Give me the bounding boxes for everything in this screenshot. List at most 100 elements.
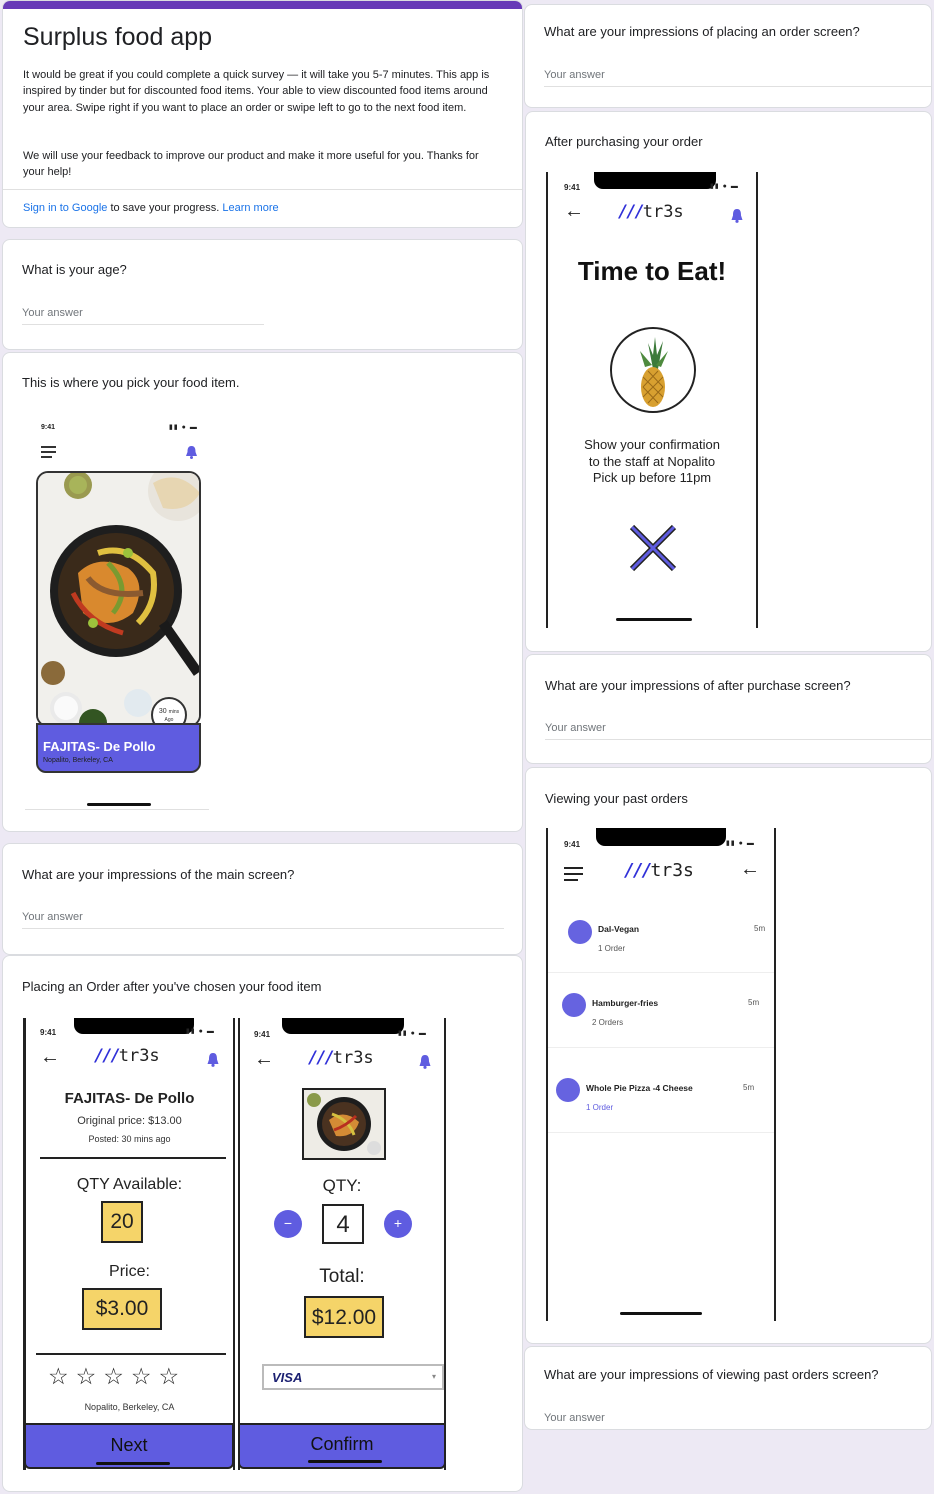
instruction-line: to the staff at Nopalito bbox=[588, 453, 716, 469]
rating-stars[interactable]: ☆☆☆☆☆ bbox=[48, 1363, 186, 1390]
status-time: 9:41 bbox=[40, 1028, 57, 1037]
food-item-banner[interactable]: FAJITAS- De Pollo Nopalito, Berkeley, CA bbox=[36, 723, 201, 773]
original-price: Original price: $13.00 bbox=[77, 1115, 182, 1127]
question-after-purchase-screen: What are your impressions of after purch… bbox=[525, 654, 932, 764]
time-badge-unit: mins bbox=[168, 709, 180, 715]
back-arrow-icon[interactable]: ← bbox=[564, 200, 584, 223]
logo-slashes: /// bbox=[624, 860, 652, 881]
save-progress-text: to save your progress. bbox=[107, 202, 223, 214]
total-label: Total: bbox=[319, 1266, 365, 1287]
star-icon[interactable]: ☆ bbox=[103, 1363, 131, 1389]
order-count: 1 Order bbox=[586, 1103, 614, 1112]
notification-bell-icon[interactable] bbox=[418, 1054, 432, 1069]
food-photo-card[interactable] bbox=[36, 471, 201, 727]
fajitas-thumbnail-image bbox=[304, 1090, 384, 1158]
order-time: 5m bbox=[743, 1083, 755, 1092]
notification-bell-icon[interactable] bbox=[206, 1052, 220, 1067]
pineapple-icon bbox=[640, 337, 668, 407]
question-title: What are your impressions of placing an … bbox=[544, 24, 860, 39]
star-icon[interactable]: ☆ bbox=[159, 1363, 187, 1389]
home-indicator bbox=[620, 1312, 702, 1315]
logo-text: tr3s bbox=[118, 1046, 160, 1066]
app-logo: ///tr3s bbox=[624, 860, 694, 881]
star-icon[interactable]: ☆ bbox=[48, 1363, 76, 1389]
order-count: 1 Order bbox=[598, 944, 626, 953]
section-title: Viewing your past orders bbox=[545, 791, 688, 806]
close-icon[interactable] bbox=[628, 523, 678, 573]
back-arrow-icon[interactable]: ← bbox=[740, 858, 760, 881]
form-header-card: Surplus food app It would be great if yo… bbox=[2, 0, 523, 228]
mockup-underline bbox=[25, 809, 209, 810]
logo-slashes: /// bbox=[618, 202, 645, 222]
divider bbox=[36, 1353, 226, 1355]
answer-input[interactable]: Your answer bbox=[545, 722, 606, 734]
divider bbox=[3, 189, 522, 190]
hamburger-menu-icon[interactable] bbox=[41, 445, 57, 459]
phone-notch bbox=[74, 1018, 194, 1034]
accent-bar bbox=[3, 1, 522, 9]
answer-input[interactable]: Your answer bbox=[544, 1412, 605, 1424]
section-title: After purchasing your order bbox=[545, 134, 703, 149]
instruction-line: Pick up before 11pm bbox=[592, 470, 712, 485]
chevron-down-icon: ▾ bbox=[431, 1372, 436, 1381]
phone-notch bbox=[594, 172, 716, 189]
total-value: $12.00 bbox=[304, 1296, 384, 1338]
order-row[interactable]: Dal-Vegan 1 Order 5m bbox=[548, 898, 774, 973]
form-page: Surplus food app It would be great if yo… bbox=[0, 0, 934, 1494]
status-time: 9:41 bbox=[564, 183, 581, 192]
status-icons: ▮▮ ● ▬ bbox=[169, 424, 198, 431]
qty-value[interactable]: 4 bbox=[322, 1204, 364, 1244]
order-count: 2 Orders bbox=[592, 1018, 624, 1027]
form-title: Surplus food app bbox=[23, 23, 213, 51]
order-row[interactable]: Whole Pie Pizza -4 Cheese 1 Order 5m bbox=[548, 1048, 774, 1133]
answer-underline bbox=[22, 928, 504, 929]
question-age: What is your age? Your answer bbox=[2, 239, 523, 350]
status-time: 9:41 bbox=[41, 424, 56, 431]
food-item-name: FAJITAS- De Pollo bbox=[43, 739, 156, 754]
question-title: What are your impressions of viewing pas… bbox=[544, 1367, 879, 1382]
section-title: This is where you pick your food item. bbox=[22, 375, 240, 390]
phone-notch bbox=[596, 828, 726, 846]
instruction-line: Show your confirmation bbox=[584, 437, 720, 452]
logo-text: tr3s bbox=[332, 1048, 374, 1068]
order-confirm-mockup: 9:41 ▮▮ ● ▬ ← ///tr3s QTY: − 4 + Total: … bbox=[238, 1018, 446, 1470]
answer-input[interactable]: Your answer bbox=[22, 307, 83, 319]
question-title: What are your impressions of after purch… bbox=[545, 678, 851, 693]
section-viewing-past-orders: Viewing your past orders 9:41 ▮▮ ● ▬ ///… bbox=[525, 767, 932, 1344]
status-time: 9:41 bbox=[254, 1030, 271, 1039]
answer-underline bbox=[22, 324, 264, 325]
learn-more-link[interactable]: Learn more bbox=[222, 202, 278, 214]
status-icons: ▮▮ ● ▬ bbox=[398, 1030, 427, 1037]
sign-in-link[interactable]: Sign in to Google bbox=[23, 202, 107, 214]
back-arrow-icon[interactable]: ← bbox=[254, 1048, 274, 1071]
order-name: Hamburger-fries bbox=[592, 998, 659, 1008]
notification-bell-icon[interactable] bbox=[730, 208, 744, 223]
qty-available-value: 20 bbox=[101, 1201, 143, 1243]
star-icon[interactable]: ☆ bbox=[76, 1363, 104, 1389]
after-purchase-mockup: 9:41 ▮▮ ● ▬ ← ///tr3s Time to Eat! Show … bbox=[546, 172, 758, 628]
answer-underline bbox=[544, 86, 931, 87]
status-time: 9:41 bbox=[564, 840, 581, 849]
app-logo: ///tr3s bbox=[94, 1046, 160, 1066]
answer-input[interactable]: Your answer bbox=[22, 911, 83, 923]
decrease-qty-button[interactable]: − bbox=[274, 1210, 302, 1238]
question-title: What is your age? bbox=[22, 262, 127, 277]
section-title: Placing an Order after you've chosen you… bbox=[22, 979, 322, 994]
order-row[interactable]: Hamburger-fries 2 Orders 5m bbox=[548, 973, 774, 1048]
answer-input[interactable]: Your answer bbox=[544, 69, 605, 81]
payment-select[interactable]: VISA ▾ bbox=[262, 1364, 444, 1390]
location: Nopalito, Berkeley, CA bbox=[84, 1402, 175, 1412]
pineapple-circle bbox=[610, 327, 696, 413]
star-icon[interactable]: ☆ bbox=[131, 1363, 159, 1389]
logo-text: tr3s bbox=[650, 860, 694, 881]
logo-slashes: /// bbox=[308, 1048, 335, 1068]
notification-bell-icon[interactable] bbox=[185, 445, 198, 459]
price-value: $3.00 bbox=[82, 1288, 162, 1330]
past-orders-mockup: 9:41 ▮▮ ● ▬ ///tr3s ← Dal-Vegan 1 Order … bbox=[546, 828, 776, 1321]
home-indicator bbox=[308, 1460, 382, 1463]
back-arrow-icon[interactable]: ← bbox=[40, 1046, 60, 1069]
hamburger-menu-icon[interactable] bbox=[564, 866, 584, 882]
order-time: 5m bbox=[748, 998, 760, 1007]
order-detail-mockup: 9:41 ▮▮ ● ▬ ← ///tr3s FAJITAS- De Pollo … bbox=[23, 1018, 235, 1470]
increase-qty-button[interactable]: + bbox=[384, 1210, 412, 1238]
